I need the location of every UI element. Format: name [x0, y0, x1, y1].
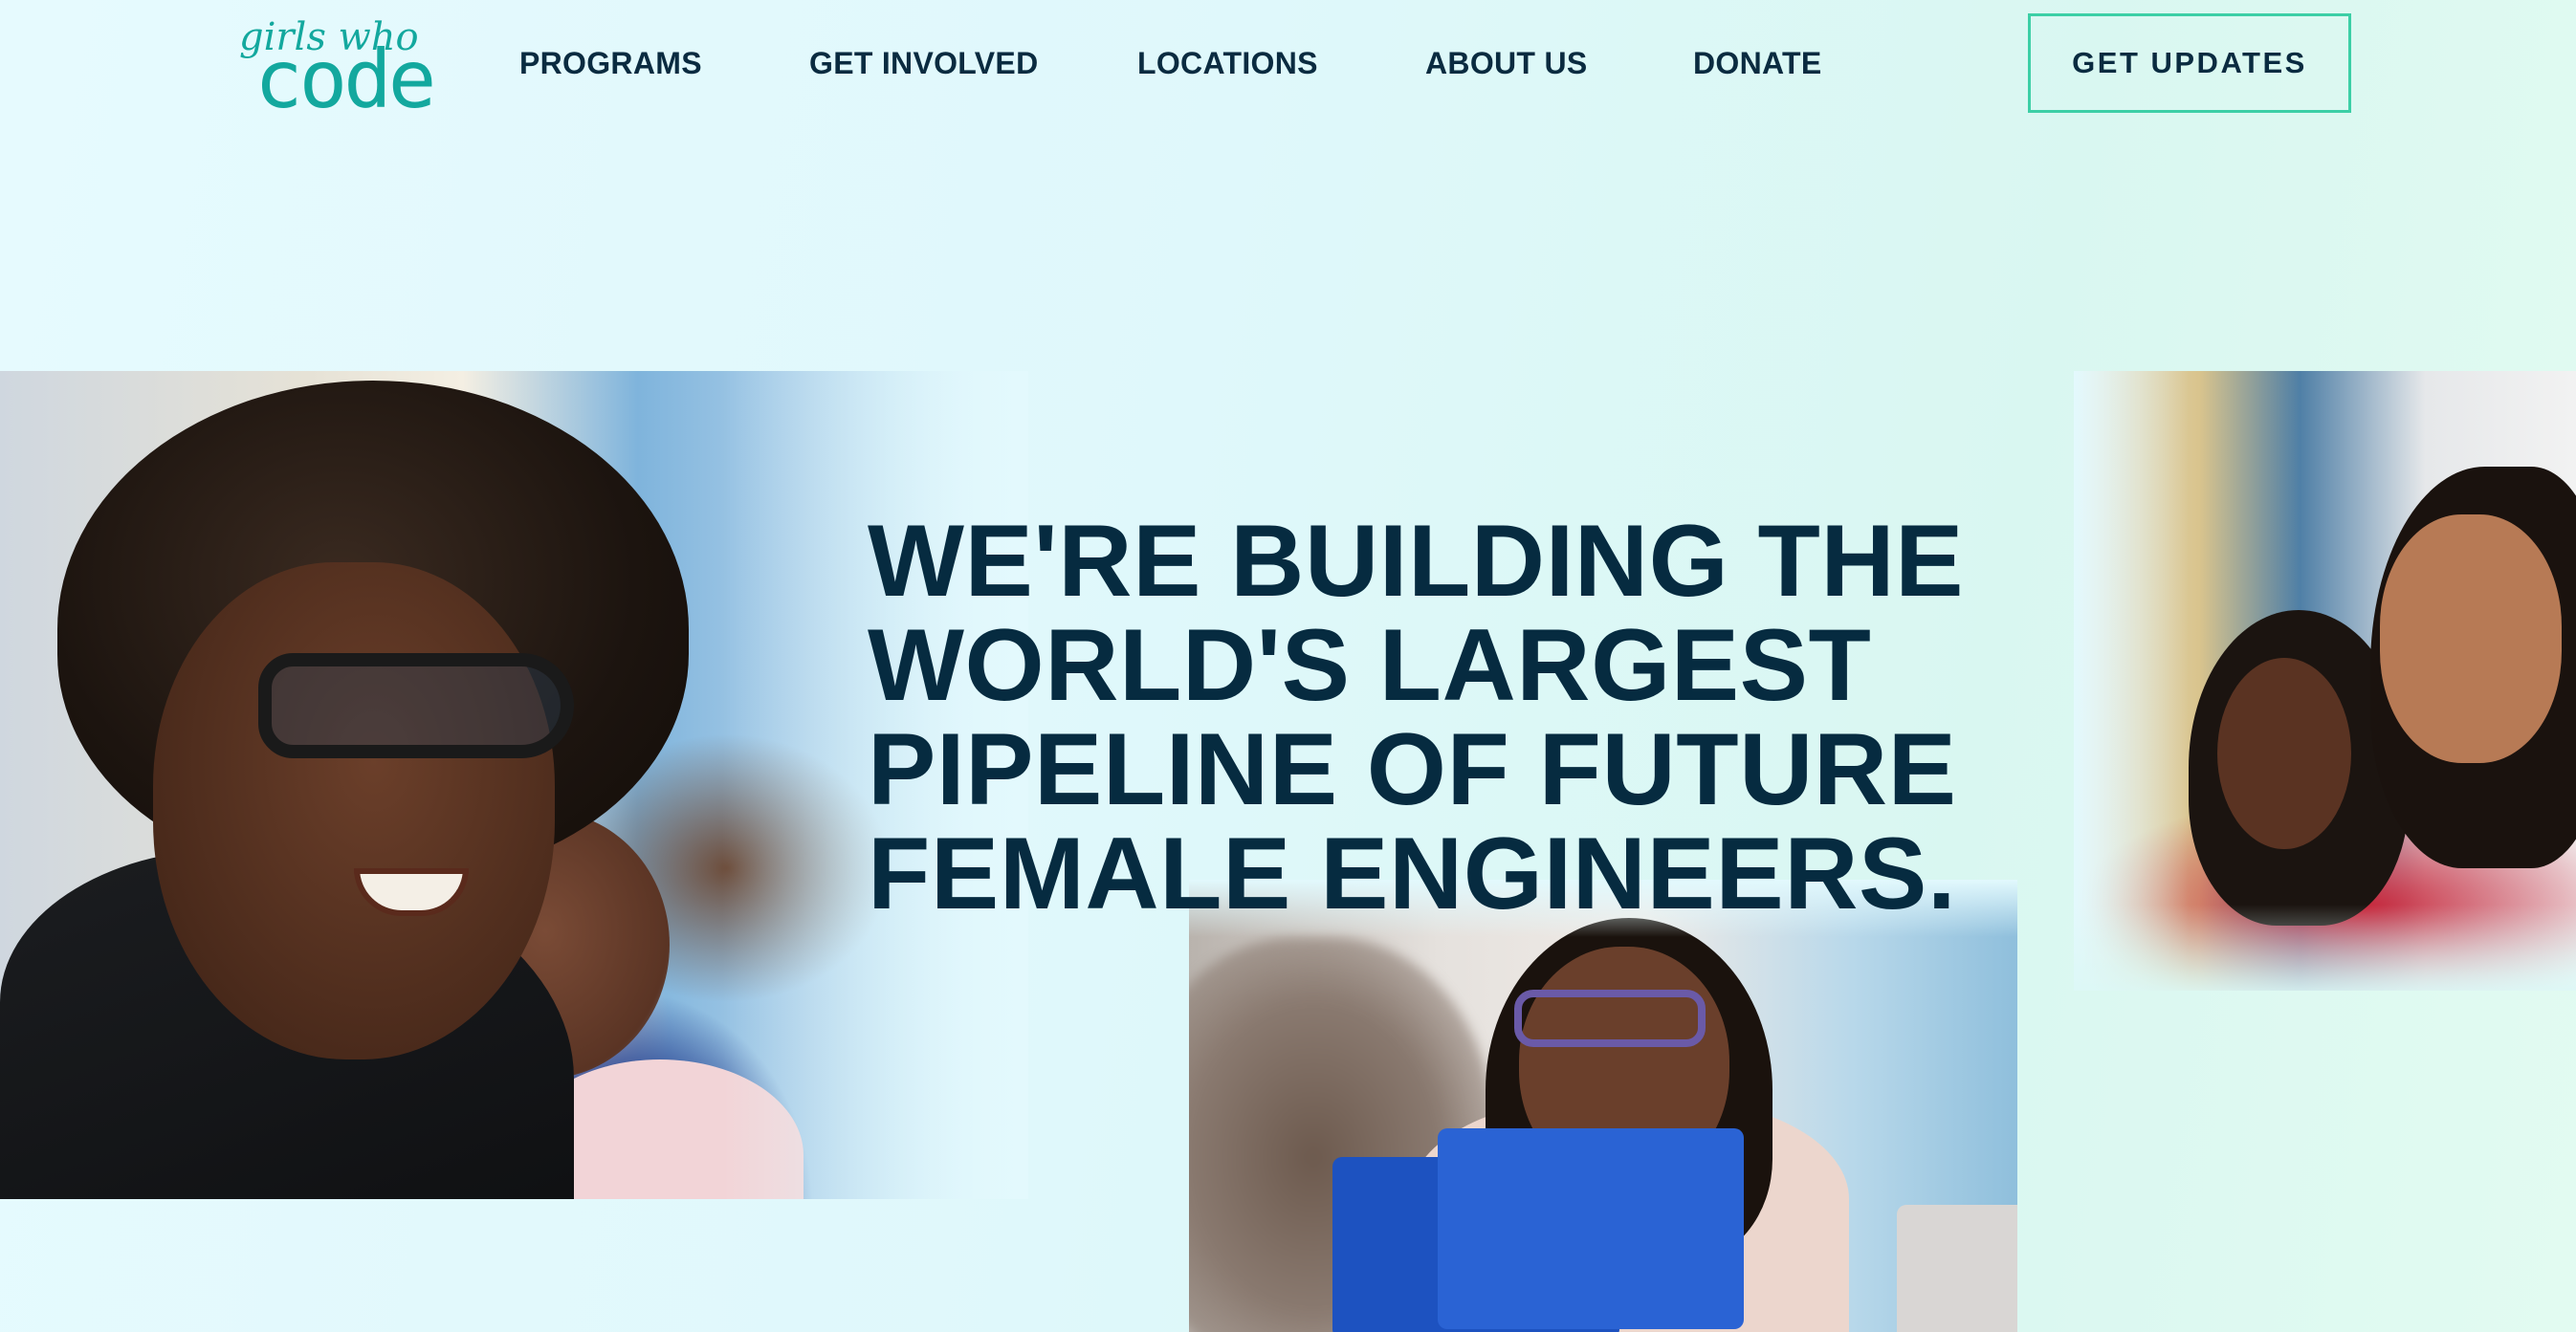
photo-figure — [153, 562, 555, 1059]
site-header: girls who code PROGRAMS GET INVOLVED LOC… — [0, 0, 2576, 134]
get-updates-button[interactable]: GET UPDATES — [2028, 13, 2351, 113]
headline-line: WE'RE BUILDING THE — [868, 503, 1965, 618]
nav-get-involved[interactable]: GET INVOLVED — [809, 42, 1038, 84]
nav-programs[interactable]: PROGRAMS — [519, 42, 702, 84]
hero-photo-right — [2074, 371, 2576, 991]
headline-line: WORLD'S LARGEST — [868, 607, 1872, 722]
photo-figure — [1514, 990, 1706, 1047]
nav-donate[interactable]: DONATE — [1693, 42, 1822, 84]
headline-line: PIPELINE OF FUTURE — [868, 711, 1957, 826]
photo-figure — [2380, 514, 2562, 763]
nav-about-us[interactable]: ABOUT US — [1425, 42, 1588, 84]
headline-line: FEMALE ENGINEERS. — [868, 816, 1957, 930]
logo-mark: girls who code — [239, 15, 436, 109]
nav-locations[interactable]: LOCATIONS — [1137, 42, 1318, 84]
photo-figure — [1438, 1128, 1744, 1329]
photo-figure — [258, 653, 574, 758]
hero-headline: WE'RE BUILDING THE WORLD'S LARGEST PIPEL… — [868, 503, 1965, 930]
photo-figure — [2217, 658, 2351, 849]
svg-text:code: code — [254, 33, 432, 109]
photo-figure — [1897, 1205, 2017, 1332]
hero-photo-bottom — [1189, 880, 2017, 1332]
